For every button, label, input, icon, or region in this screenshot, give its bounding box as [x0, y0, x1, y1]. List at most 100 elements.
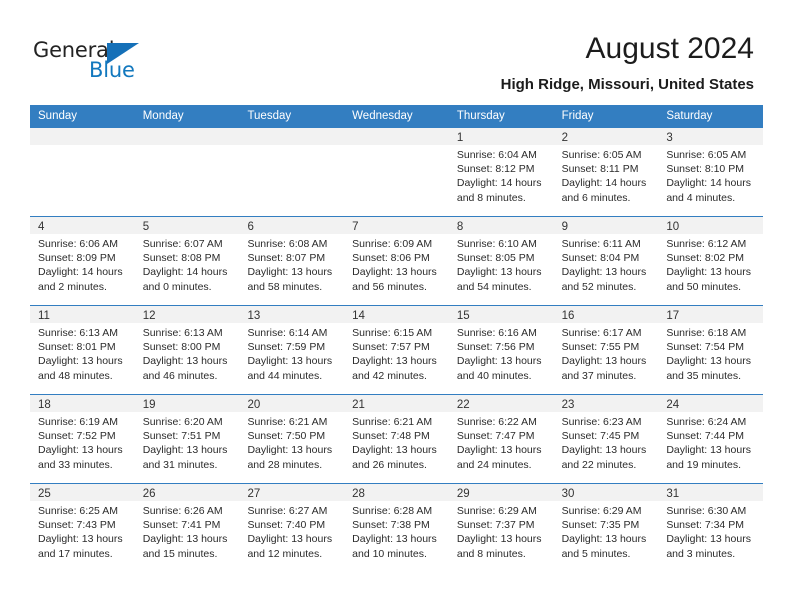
day-info: Sunrise: 6:26 AM Sunset: 7:41 PM Dayligh…: [135, 501, 240, 561]
sunrise-text: Sunrise: 6:09 AM: [352, 238, 433, 250]
day-info: Sunrise: 6:07 AM Sunset: 8:08 PM Dayligh…: [135, 234, 240, 294]
day-cell[interactable]: 28 Sunrise: 6:28 AM Sunset: 7:38 PM Dayl…: [344, 484, 449, 571]
day-info: Sunrise: 6:16 AM Sunset: 7:56 PM Dayligh…: [449, 323, 554, 383]
brand-logo[interactable]: General Blue: [33, 38, 173, 84]
daylight-text-line2: and 26 minutes.: [352, 458, 427, 471]
day-cell[interactable]: [134, 128, 240, 216]
sunset-text: Sunset: 7:54 PM: [666, 341, 744, 354]
sunset-text: Sunset: 7:48 PM: [352, 430, 430, 443]
sunset-text: Sunset: 7:44 PM: [666, 430, 744, 443]
day-info: Sunrise: 6:13 AM Sunset: 8:01 PM Dayligh…: [30, 323, 135, 383]
day-cell[interactable]: 12 Sunrise: 6:13 AM Sunset: 8:00 PM Dayl…: [134, 306, 240, 394]
weekday-header-tuesday: Tuesday: [247, 110, 292, 122]
day-cell[interactable]: 31 Sunrise: 6:30 AM Sunset: 7:34 PM Dayl…: [658, 484, 764, 571]
day-number-band: 27: [239, 484, 345, 501]
day-number: 27: [247, 488, 261, 500]
sunrise-text: Sunrise: 6:20 AM: [142, 416, 223, 428]
day-cell[interactable]: 27 Sunrise: 6:27 AM Sunset: 7:40 PM Dayl…: [239, 484, 345, 571]
daylight-text-line1: Daylight: 13 hours: [352, 533, 437, 546]
daylight-text-line1: Daylight: 13 hours: [142, 533, 228, 546]
day-cell[interactable]: 13 Sunrise: 6:14 AM Sunset: 7:59 PM Dayl…: [239, 306, 345, 394]
day-number: 10: [666, 221, 680, 233]
day-info: Sunrise: 6:22 AM Sunset: 7:47 PM Dayligh…: [449, 412, 554, 472]
day-number: 30: [561, 488, 575, 500]
day-info: [344, 145, 449, 148]
day-cell[interactable]: 2 Sunrise: 6:05 AM Sunset: 8:11 PM Dayli…: [553, 128, 659, 216]
day-cell[interactable]: 5 Sunrise: 6:07 AM Sunset: 8:08 PM Dayli…: [134, 217, 240, 305]
day-cell[interactable]: 16 Sunrise: 6:17 AM Sunset: 7:55 PM Dayl…: [553, 306, 659, 394]
sunrise-text: Sunrise: 6:15 AM: [352, 327, 433, 339]
day-cell[interactable]: 30 Sunrise: 6:29 AM Sunset: 7:35 PM Dayl…: [553, 484, 659, 571]
day-number-band: 22: [448, 395, 554, 412]
day-cell[interactable]: 15 Sunrise: 6:16 AM Sunset: 7:56 PM Dayl…: [448, 306, 554, 394]
day-cell[interactable]: 1 Sunrise: 6:04 AM Sunset: 8:12 PM Dayli…: [448, 128, 554, 216]
day-number: 19: [142, 399, 156, 411]
day-number: 12: [142, 310, 156, 322]
day-number-band: 28: [344, 484, 449, 501]
calendar-grid: Sunday Monday Tuesday Wednesday Thursday…: [30, 105, 764, 572]
day-info: Sunrise: 6:05 AM Sunset: 8:10 PM Dayligh…: [658, 145, 763, 205]
day-cell[interactable]: 10 Sunrise: 6:12 AM Sunset: 8:02 PM Dayl…: [658, 217, 764, 305]
day-cell[interactable]: 22 Sunrise: 6:22 AM Sunset: 7:47 PM Dayl…: [448, 395, 554, 483]
day-cell[interactable]: 21 Sunrise: 6:21 AM Sunset: 7:48 PM Dayl…: [344, 395, 449, 483]
sunrise-text: Sunrise: 6:07 AM: [142, 238, 223, 250]
day-cell[interactable]: [239, 128, 345, 216]
sunset-text: Sunset: 8:04 PM: [561, 252, 640, 265]
sunset-text: Sunset: 7:40 PM: [247, 519, 326, 532]
sunset-text: Sunset: 7:35 PM: [561, 519, 640, 532]
daylight-text-line1: Daylight: 13 hours: [247, 266, 333, 279]
day-info: Sunrise: 6:12 AM Sunset: 8:02 PM Dayligh…: [658, 234, 763, 294]
day-info: Sunrise: 6:21 AM Sunset: 7:50 PM Dayligh…: [239, 412, 344, 472]
day-number: 21: [352, 399, 365, 411]
sunrise-text: Sunrise: 6:26 AM: [142, 505, 223, 517]
daylight-text-line2: and 44 minutes.: [247, 369, 323, 382]
day-number: 11: [38, 310, 50, 322]
day-cell[interactable]: 19 Sunrise: 6:20 AM Sunset: 7:51 PM Dayl…: [134, 395, 240, 483]
day-cell[interactable]: [344, 128, 449, 216]
day-cell[interactable]: 7 Sunrise: 6:09 AM Sunset: 8:06 PM Dayli…: [344, 217, 449, 305]
day-number-band: 11: [30, 306, 135, 323]
brand-name-blue: Blue: [89, 58, 135, 82]
day-cell[interactable]: 14 Sunrise: 6:15 AM Sunset: 7:57 PM Dayl…: [344, 306, 449, 394]
day-number-band: 7: [344, 217, 449, 234]
daylight-text-line1: Daylight: 13 hours: [456, 266, 542, 279]
sunset-text: Sunset: 7:43 PM: [38, 519, 116, 532]
day-number-band: 21: [344, 395, 449, 412]
day-cell[interactable]: 3 Sunrise: 6:05 AM Sunset: 8:10 PM Dayli…: [658, 128, 764, 216]
day-info: Sunrise: 6:19 AM Sunset: 7:52 PM Dayligh…: [30, 412, 135, 472]
day-info: Sunrise: 6:06 AM Sunset: 8:09 PM Dayligh…: [30, 234, 135, 294]
day-cell[interactable]: 11 Sunrise: 6:13 AM Sunset: 8:01 PM Dayl…: [30, 306, 135, 394]
sunrise-text: Sunrise: 6:05 AM: [666, 149, 747, 161]
daylight-text-line1: Daylight: 13 hours: [38, 355, 123, 368]
day-cell[interactable]: 25 Sunrise: 6:25 AM Sunset: 7:43 PM Dayl…: [30, 484, 135, 571]
day-number: 22: [456, 399, 470, 411]
weekday-header-monday: Monday: [142, 110, 184, 122]
day-cell[interactable]: 29 Sunrise: 6:29 AM Sunset: 7:37 PM Dayl…: [448, 484, 554, 571]
day-info: Sunrise: 6:21 AM Sunset: 7:48 PM Dayligh…: [344, 412, 449, 472]
sunrise-text: Sunrise: 6:18 AM: [666, 327, 747, 339]
day-cell[interactable]: 26 Sunrise: 6:26 AM Sunset: 7:41 PM Dayl…: [134, 484, 240, 571]
sunrise-text: Sunrise: 6:22 AM: [456, 416, 537, 428]
daylight-text-line2: and 8 minutes.: [456, 191, 526, 204]
day-number-band: 23: [553, 395, 659, 412]
day-cell[interactable]: 23 Sunrise: 6:23 AM Sunset: 7:45 PM Dayl…: [553, 395, 659, 483]
day-cell[interactable]: 20 Sunrise: 6:21 AM Sunset: 7:50 PM Dayl…: [239, 395, 345, 483]
daylight-text-line2: and 40 minutes.: [456, 369, 532, 382]
daylight-text-line1: Daylight: 13 hours: [247, 355, 333, 368]
day-cell[interactable]: 4 Sunrise: 6:06 AM Sunset: 8:09 PM Dayli…: [30, 217, 135, 305]
day-cell[interactable]: [30, 128, 135, 216]
day-number: 28: [352, 488, 365, 500]
day-info: [30, 145, 135, 148]
day-cell[interactable]: 18 Sunrise: 6:19 AM Sunset: 7:52 PM Dayl…: [30, 395, 135, 483]
day-info: Sunrise: 6:20 AM Sunset: 7:51 PM Dayligh…: [135, 412, 240, 472]
sunset-text: Sunset: 7:50 PM: [247, 430, 326, 443]
day-number-band: 9: [553, 217, 659, 234]
day-cell[interactable]: 9 Sunrise: 6:11 AM Sunset: 8:04 PM Dayli…: [553, 217, 659, 305]
day-cell[interactable]: 6 Sunrise: 6:08 AM Sunset: 8:07 PM Dayli…: [239, 217, 345, 305]
day-cell[interactable]: 24 Sunrise: 6:24 AM Sunset: 7:44 PM Dayl…: [658, 395, 764, 483]
day-cell[interactable]: 17 Sunrise: 6:18 AM Sunset: 7:54 PM Dayl…: [658, 306, 764, 394]
day-number: 1: [456, 132, 464, 144]
daylight-text-line1: Daylight: 13 hours: [666, 266, 751, 279]
day-number: 9: [561, 221, 568, 233]
day-cell[interactable]: 8 Sunrise: 6:10 AM Sunset: 8:05 PM Dayli…: [448, 217, 554, 305]
